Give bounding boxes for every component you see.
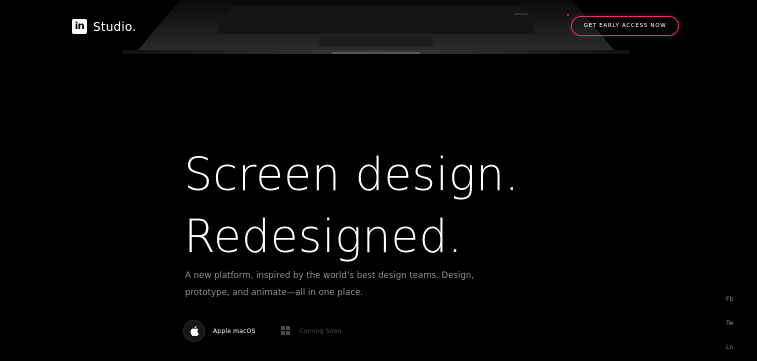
apple-macos-label[interactable]: Apple macOS [213,328,256,335]
social-link-linkedin[interactable]: Ln [726,344,734,351]
get-early-access-button[interactable]: GET EARLY ACCESS NOW [571,16,679,36]
apple-download-button[interactable] [183,320,205,342]
apple-icon [190,326,199,336]
invision-logo-mark: in [72,19,87,34]
platform-downloads: Apple macOS Coming Soon [183,320,342,342]
hero-headline: Screen design. Redesigned. [184,144,519,268]
landing-page: in Studio. GET EARLY ACCESS NOW Screen d… [0,0,757,361]
social-links: Fb Tw Ln [726,296,734,351]
logo-text: Studio. [93,19,137,34]
headline-line-1: Screen design. [184,148,520,201]
headline-line-2: Redesigned. [184,210,463,263]
windows-coming-soon-label: Coming Soon [299,327,342,335]
social-link-twitter[interactable]: Tw [726,320,734,327]
windows-icon [280,326,291,336]
social-link-facebook[interactable]: Fb [726,296,734,303]
studio-logo[interactable]: in Studio. [72,19,136,34]
hero-subtext: A new platform, inspired by the world’s … [185,271,474,298]
laptop-image [122,0,630,60]
